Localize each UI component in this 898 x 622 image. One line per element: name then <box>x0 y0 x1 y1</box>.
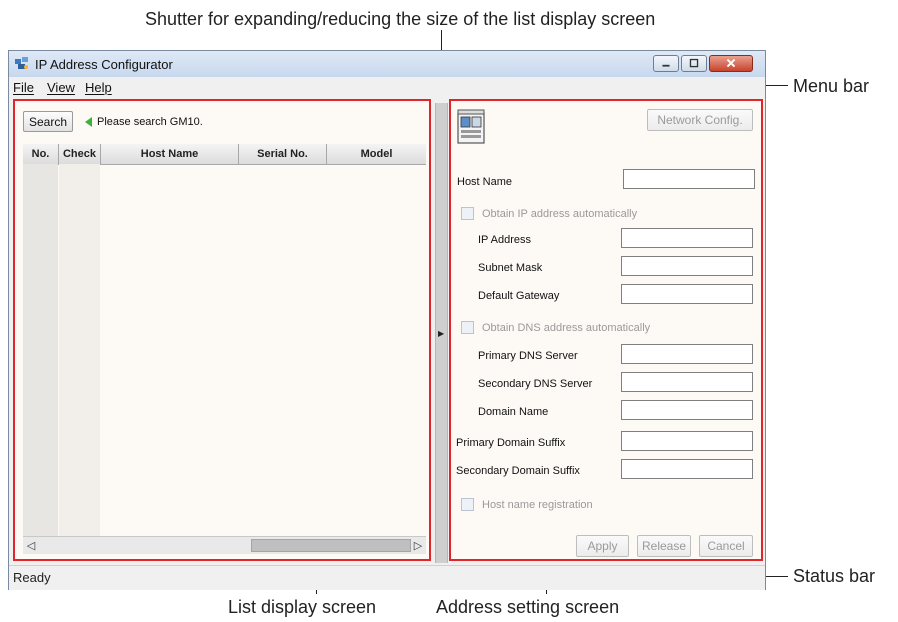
domain-name-label: Domain Name <box>478 406 549 418</box>
callout-menu-bar: Menu bar <box>793 76 870 96</box>
close-icon <box>726 58 736 68</box>
list-column-no <box>23 164 58 536</box>
maximize-button[interactable] <box>681 55 707 72</box>
list-column-check <box>59 164 100 536</box>
column-header[interactable]: Model <box>327 144 426 164</box>
column-header[interactable]: Check <box>59 144 101 164</box>
close-button[interactable] <box>709 55 753 72</box>
menu-help[interactable]: Help <box>85 80 112 95</box>
menu-view[interactable]: View <box>47 80 75 95</box>
expand-arrow-icon: ▶ <box>438 329 445 338</box>
maximize-icon <box>689 58 699 68</box>
callout-status-bar: Status bar <box>793 566 876 586</box>
primary-suffix-field[interactable] <box>621 431 753 451</box>
host-registration-checkbox[interactable] <box>461 498 474 511</box>
obtain-dns-label: Obtain DNS address automatically <box>482 322 651 334</box>
address-setting-screen: Network Config. Host Name Obtain IP addr… <box>449 99 763 561</box>
secondary-suffix-label: Secondary Domain Suffix <box>456 465 580 477</box>
subnet-mask-label: Subnet Mask <box>478 262 543 274</box>
horizontal-scrollbar[interactable]: ◁ ▷ <box>23 536 426 554</box>
hint-arrow-icon <box>85 117 92 127</box>
primary-dns-label: Primary DNS Server <box>478 350 578 362</box>
cancel-button[interactable]: Cancel <box>699 535 753 557</box>
search-button[interactable]: Search <box>23 111 73 132</box>
minimize-icon <box>662 64 670 67</box>
subnet-mask-field[interactable] <box>621 256 753 276</box>
network-config-button[interactable]: Network Config. <box>647 109 753 131</box>
scroll-left-icon[interactable]: ◁ <box>23 537 39 554</box>
ip-address-label: IP Address <box>478 234 531 246</box>
default-gateway-field[interactable] <box>621 284 753 304</box>
app-window: IP Address Configurator File View Help S… <box>8 50 766 590</box>
obtain-ip-label: Obtain IP address automatically <box>482 208 638 220</box>
search-hint: Please search GM10. <box>97 116 203 128</box>
title-bar: IP Address Configurator <box>9 51 765 77</box>
obtain-dns-checkbox[interactable] <box>461 321 474 334</box>
callout-address-setting: Address setting screen <box>436 597 620 617</box>
apply-button[interactable]: Apply <box>576 535 629 557</box>
ip-address-field[interactable] <box>621 228 753 248</box>
secondary-dns-field[interactable] <box>621 372 753 392</box>
network-config-icon <box>15 57 29 70</box>
column-header[interactable]: No. <box>23 144 59 164</box>
status-text: Ready <box>13 570 51 585</box>
window-title: IP Address Configurator <box>35 57 173 72</box>
column-header[interactable]: Host Name <box>101 144 239 164</box>
primary-suffix-label: Primary Domain Suffix <box>456 437 566 449</box>
scrollbar-thumb[interactable] <box>251 539 411 552</box>
list-table-header: No. Check Host Name Serial No. Model <box>23 144 426 165</box>
domain-name-field[interactable] <box>621 400 753 420</box>
column-header[interactable]: Serial No. <box>239 144 327 164</box>
callout-list-display: List display screen <box>228 597 377 617</box>
release-button[interactable]: Release <box>637 535 691 557</box>
host-name-field[interactable] <box>623 169 755 189</box>
list-shutter[interactable]: ▶ <box>435 103 448 563</box>
secondary-dns-label: Secondary DNS Server <box>478 378 593 390</box>
secondary-suffix-field[interactable] <box>621 459 753 479</box>
scroll-right-icon[interactable]: ▷ <box>410 537 426 554</box>
primary-dns-field[interactable] <box>621 344 753 364</box>
host-name-label: Host Name <box>457 176 513 188</box>
minimize-button[interactable] <box>653 55 679 72</box>
host-registration-label: Host name registration <box>482 499 593 511</box>
obtain-ip-checkbox[interactable] <box>461 207 474 220</box>
default-gateway-label: Default Gateway <box>478 290 560 302</box>
device-icon <box>457 109 487 145</box>
menu-bar: File View Help <box>9 77 765 97</box>
list-display-screen: Search Please search GM10. No. Check Hos… <box>13 99 431 561</box>
callout-shutter: Shutter for expanding/reducing the size … <box>145 9 656 29</box>
menu-file[interactable]: File <box>13 80 34 95</box>
status-bar: Ready <box>9 565 765 590</box>
